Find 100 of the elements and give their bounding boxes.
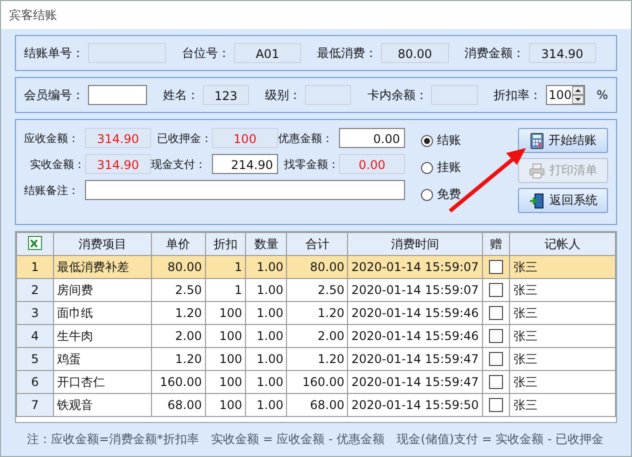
exit-button[interactable]: 返回系统 xyxy=(518,188,608,213)
window-title: 宾客结账 xyxy=(9,6,57,24)
column-header[interactable]: 单价 xyxy=(151,232,206,256)
table-cell: 张三 xyxy=(510,394,616,416)
table-cell: 2020-01-14 15:59:50 xyxy=(348,394,482,416)
table-cell: 铁观音 xyxy=(53,394,152,416)
excel-export-icon[interactable] xyxy=(28,236,42,250)
table-cell: 1.20 xyxy=(286,302,348,324)
table-cell: 100 xyxy=(205,348,246,370)
readonly-field: 0.00 xyxy=(339,154,405,174)
table-cell: 2020-01-14 15:59:46 xyxy=(348,324,482,348)
gift-checkbox[interactable] xyxy=(489,352,504,366)
table-cell: 1.20 xyxy=(151,348,206,370)
table-cell: 100 xyxy=(205,370,246,394)
table-cell: 2020-01-14 15:59:07 xyxy=(348,278,482,302)
field-label: 折扣率： xyxy=(494,86,542,104)
table-cell: 80.00 xyxy=(151,256,206,278)
radio-option[interactable]: 免费 xyxy=(421,186,461,203)
field-label: 已收押金： xyxy=(157,130,212,146)
table-cell: 张三 xyxy=(510,348,616,370)
table-cell: 1 xyxy=(205,256,246,278)
readonly-field: 314.90 xyxy=(528,43,596,63)
row-number: 5 xyxy=(16,348,54,370)
gift-checkbox[interactable] xyxy=(489,375,504,390)
table-cell: 2020-01-14 15:59:47 xyxy=(348,370,482,394)
table-cell: 1.00 xyxy=(246,324,287,348)
column-header[interactable]: 折扣 xyxy=(205,232,246,256)
table-cell: 2.50 xyxy=(151,278,206,302)
table-cell: 面巾纸 xyxy=(53,302,152,324)
table-cell: 1.20 xyxy=(286,348,348,370)
gift-checkbox[interactable] xyxy=(489,283,504,298)
gift-checkbox[interactable] xyxy=(489,398,504,412)
row-number: 2 xyxy=(16,278,54,302)
row-number: 6 xyxy=(16,370,54,394)
exit-door-icon xyxy=(528,192,544,208)
field-label: 现金支付： xyxy=(151,156,207,172)
field-label: 结账单号： xyxy=(24,44,84,62)
column-header[interactable]: 消费时间 xyxy=(348,232,482,256)
gift-checkbox[interactable] xyxy=(489,260,504,274)
table-cell: 1.00 xyxy=(246,302,287,324)
row-number: 1 xyxy=(16,256,54,278)
table-cell: 68.00 xyxy=(286,394,348,416)
table-cell: 房间费 xyxy=(53,278,152,302)
field-label: 消费金额： xyxy=(464,44,525,62)
table-cell: 2.00 xyxy=(151,324,206,348)
radio-option[interactable]: 挂账 xyxy=(421,159,461,176)
formula-note: 注：应收金额=消费金额*折扣率 实收金额 = 应收金额 - 优惠金额 现金(储值)支付 = 实收金额 - 已收押金 xyxy=(26,431,605,448)
calculator-icon xyxy=(530,132,544,148)
table-cell: 1.00 xyxy=(246,394,287,416)
column-header[interactable]: 消费项目 xyxy=(53,232,152,256)
table-cell: 最低消费补差 xyxy=(53,256,152,278)
table-cell: 1 xyxy=(205,278,246,302)
field-label: 姓名： xyxy=(162,86,199,104)
table-cell: 开口杏仁 xyxy=(53,370,152,394)
field-label: 优惠金额： xyxy=(278,130,334,146)
table-cell: 68.00 xyxy=(151,394,206,416)
readonly-field xyxy=(431,85,478,105)
readonly-field: 123 xyxy=(202,85,250,105)
input-field[interactable] xyxy=(85,180,405,200)
radio-option[interactable]: 结账 xyxy=(421,132,461,149)
discount-spinner[interactable]: 100 xyxy=(546,85,585,105)
table-cell: 80.00 xyxy=(286,256,348,278)
column-header[interactable]: 数量 xyxy=(246,232,287,256)
readonly-field: 100 xyxy=(212,128,278,148)
table-cell: 张三 xyxy=(510,324,616,348)
table-cell: 张三 xyxy=(510,370,616,394)
table-cell: 100 xyxy=(205,394,246,416)
table-cell: 100 xyxy=(205,302,246,324)
table-cell: 1.00 xyxy=(246,348,287,370)
field-label: 会员编号： xyxy=(24,86,84,104)
input-field[interactable] xyxy=(88,85,147,105)
table-cell: 160.00 xyxy=(286,370,348,394)
table-cell: 1.20 xyxy=(151,302,206,324)
readonly-field: 80.00 xyxy=(381,43,449,63)
table-cell: 1.00 xyxy=(246,256,287,278)
table-cell: 1.00 xyxy=(246,278,287,302)
table-cell: 张三 xyxy=(510,302,616,324)
gift-checkbox[interactable] xyxy=(489,329,504,344)
row-number: 4 xyxy=(16,324,54,348)
gift-checkbox[interactable] xyxy=(489,306,504,320)
readonly-field: 314.90 xyxy=(85,154,151,174)
table-cell: 2.50 xyxy=(286,278,348,302)
table-cell: 2020-01-14 15:59:46 xyxy=(348,302,482,324)
column-header[interactable]: 赠 xyxy=(482,232,510,256)
field-label: 实收金额： xyxy=(30,156,85,172)
input-field[interactable]: 214.90 xyxy=(212,154,278,174)
input-field[interactable]: 0.00 xyxy=(339,128,405,148)
column-header[interactable]: 记帐人 xyxy=(510,232,616,256)
readonly-field xyxy=(305,85,352,105)
column-header[interactable]: 合计 xyxy=(286,232,348,256)
row-number: 3 xyxy=(16,302,54,324)
checkout-button[interactable]: 开始结账 xyxy=(518,128,608,153)
printer-icon xyxy=(528,162,544,178)
spin-arrows-icon[interactable] xyxy=(572,86,584,104)
readonly-field: 314.90 xyxy=(85,128,151,148)
table-cell: 1.00 xyxy=(246,370,287,394)
field-label: 最低消费： xyxy=(317,44,378,62)
table-cell: 鸡蛋 xyxy=(53,348,152,370)
readonly-field: A01 xyxy=(234,43,302,63)
table-cell: 100 xyxy=(205,324,246,348)
